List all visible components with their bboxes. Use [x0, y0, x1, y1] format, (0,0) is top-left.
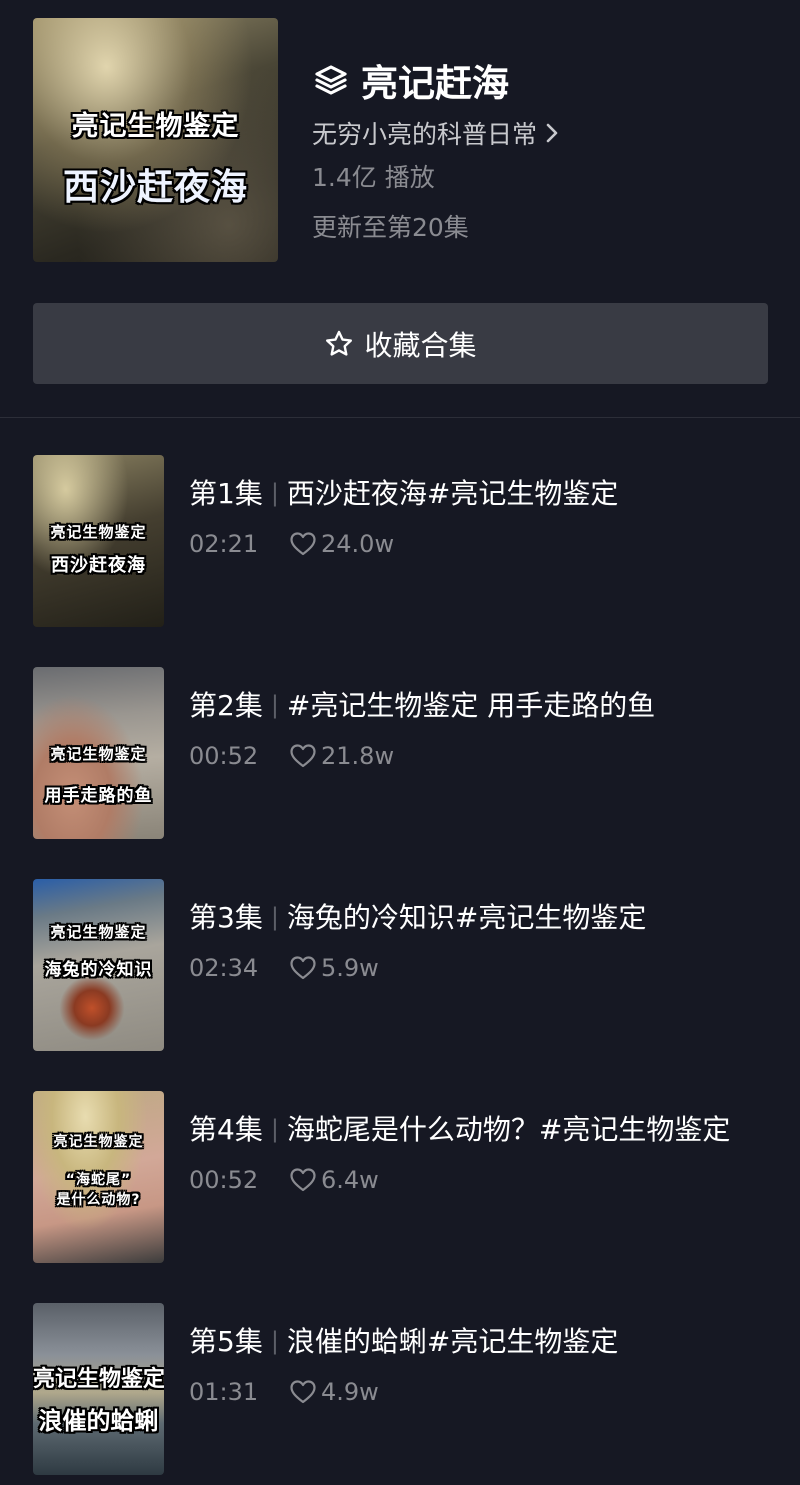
episode-duration: 02:21: [189, 530, 259, 558]
title-separator: |: [270, 691, 279, 719]
episode-number: 第5集: [189, 1325, 263, 1358]
title-row: 亮记赶海: [313, 58, 509, 105]
episode-item[interactable]: 亮记生物鉴定 用手走路的鱼 第2集 | #亮记生物鉴定 用手走路的鱼 00:52 2…: [0, 667, 800, 847]
cover-caption-line1: 亮记生物鉴定: [71, 111, 240, 142]
thumbnail-caption-line1: 亮记生物鉴定: [50, 745, 147, 763]
episode-meta: 00:52 21.8w: [189, 741, 749, 771]
episode-duration: 00:52: [189, 1166, 259, 1194]
play-count: 1.4亿 播放: [312, 163, 435, 192]
episode-duration: 02:34: [189, 954, 259, 982]
update-status: 更新至第20集: [312, 213, 469, 242]
episode-item[interactable]: 亮记生物鉴定 海兔的冷知识 第3集 | 海兔的冷知识#亮记生物鉴定 02:34 5.…: [0, 879, 800, 1059]
title-separator: |: [270, 903, 279, 931]
divider: [0, 417, 800, 418]
episode-title: 第2集 | #亮记生物鉴定 用手走路的鱼: [189, 685, 749, 728]
author-name: 无穷小亮的科普日常: [312, 120, 538, 149]
episode-number: 第1集: [189, 477, 263, 510]
thumbnail-caption-line2: “海蛇尾”: [65, 1172, 132, 1188]
episode-thumbnail: 亮记生物鉴定 西沙赶夜海: [33, 455, 164, 627]
thumbnail-caption-line1: 亮记生物鉴定: [50, 523, 147, 541]
episode-meta: 02:34 5.9w: [189, 953, 749, 983]
title-separator: |: [270, 1327, 279, 1355]
episode-info: 第3集 | 海兔的冷知识#亮记生物鉴定 02:34 5.9w: [189, 897, 749, 983]
heart-icon: [289, 530, 319, 558]
episode-name: #亮记生物鉴定 用手走路的鱼: [286, 689, 656, 722]
episode-title: 第5集 | 浪催的蛤蜊#亮记生物鉴定: [189, 1321, 749, 1364]
thumbnail-caption-line2: 西沙赶夜海: [51, 555, 146, 576]
episode-name: 浪催的蛤蜊#亮记生物鉴定: [286, 1325, 619, 1358]
heart-icon: [289, 742, 319, 770]
episode-likes: 24.0w: [321, 530, 395, 558]
layers-icon: [313, 62, 349, 98]
episode-item[interactable]: 亮记生物鉴定 浪催的蛤蜊 第5集 | 浪催的蛤蜊#亮记生物鉴定 01:31 4.9w: [0, 1303, 800, 1483]
title-separator: |: [270, 479, 279, 507]
episode-likes: 21.8w: [321, 742, 395, 770]
episode-info: 第2集 | #亮记生物鉴定 用手走路的鱼 00:52 21.8w: [189, 685, 749, 771]
episode-meta: 01:31 4.9w: [189, 1377, 749, 1407]
episode-number: 第4集: [189, 1113, 263, 1146]
episode-likes: 5.9w: [321, 954, 379, 982]
episode-name: 海兔的冷知识#亮记生物鉴定: [286, 901, 647, 934]
title-separator: |: [270, 1115, 279, 1143]
episode-number: 第2集: [189, 689, 263, 722]
episode-title: 第3集 | 海兔的冷知识#亮记生物鉴定: [189, 897, 749, 940]
episode-info: 第4集 | 海蛇尾是什么动物？#亮记生物鉴定 00:52 6.4w: [189, 1109, 749, 1195]
collection-page: 亮记生物鉴定 西沙赶夜海 亮记赶海 无穷小亮的科普日常 1.4亿 播放 更新至第…: [0, 0, 800, 1485]
episode-title: 第4集 | 海蛇尾是什么动物？#亮记生物鉴定: [189, 1109, 749, 1152]
episode-likes: 6.4w: [321, 1166, 379, 1194]
favorite-label: 收藏合集: [364, 328, 477, 362]
chevron-right-icon: [545, 121, 561, 145]
episode-name: 海蛇尾是什么动物？#亮记生物鉴定: [286, 1113, 731, 1146]
thumbnail-caption-line1: 亮记生物鉴定: [50, 923, 147, 941]
episode-duration: 00:52: [189, 742, 259, 770]
episode-title: 第1集 | 西沙赶夜海#亮记生物鉴定: [189, 473, 749, 516]
collection-title: 亮记赶海: [361, 62, 509, 105]
heart-icon: [289, 1166, 319, 1194]
episode-name: 西沙赶夜海#亮记生物鉴定: [286, 477, 619, 510]
star-icon: [324, 329, 354, 359]
heart-icon: [289, 1378, 319, 1406]
episode-info: 第1集 | 西沙赶夜海#亮记生物鉴定 02:21 24.0w: [189, 473, 749, 559]
episode-meta: 02:21 24.0w: [189, 529, 749, 559]
episode-likes: 4.9w: [321, 1378, 379, 1406]
favorite-collection-button[interactable]: 收藏合集: [33, 303, 768, 384]
episode-number: 第3集: [189, 901, 263, 934]
collection-cover[interactable]: 亮记生物鉴定 西沙赶夜海: [33, 18, 278, 262]
collection-header: 亮记生物鉴定 西沙赶夜海 亮记赶海 无穷小亮的科普日常 1.4亿 播放 更新至第…: [0, 0, 800, 418]
thumbnail-caption-line2: 浪催的蛤蜊: [38, 1407, 159, 1435]
episode-thumbnail: 亮记生物鉴定 用手走路的鱼: [33, 667, 164, 839]
cover-caption-line2: 西沙赶夜海: [62, 167, 248, 208]
heart-icon: [289, 954, 319, 982]
episode-item[interactable]: 亮记生物鉴定 西沙赶夜海 第1集 | 西沙赶夜海#亮记生物鉴定 02:21 24.0…: [0, 455, 800, 635]
episode-thumbnail: 亮记生物鉴定 浪催的蛤蜊: [33, 1303, 164, 1475]
episode-item[interactable]: 亮记生物鉴定 “海蛇尾” 是什么动物? 第4集 | 海蛇尾是什么动物？#亮记生物鉴定…: [0, 1091, 800, 1281]
thumbnail-caption-line1: 亮记生物鉴定: [33, 1367, 164, 1392]
thumbnail-caption-line2: 用手走路的鱼: [44, 786, 153, 806]
episode-meta: 00:52 6.4w: [189, 1165, 749, 1195]
thumbnail-caption-line1: 亮记生物鉴定: [53, 1134, 144, 1150]
episode-info: 第5集 | 浪催的蛤蜊#亮记生物鉴定 01:31 4.9w: [189, 1321, 749, 1407]
author-link[interactable]: 无穷小亮的科普日常: [312, 116, 561, 150]
thumbnail-caption-line3: 是什么动物?: [56, 1192, 141, 1208]
thumbnail-caption-line2: 海兔的冷知识: [44, 960, 153, 980]
episode-duration: 01:31: [189, 1378, 259, 1406]
episode-thumbnail: 亮记生物鉴定 “海蛇尾” 是什么动物?: [33, 1091, 164, 1263]
episode-thumbnail: 亮记生物鉴定 海兔的冷知识: [33, 879, 164, 1051]
